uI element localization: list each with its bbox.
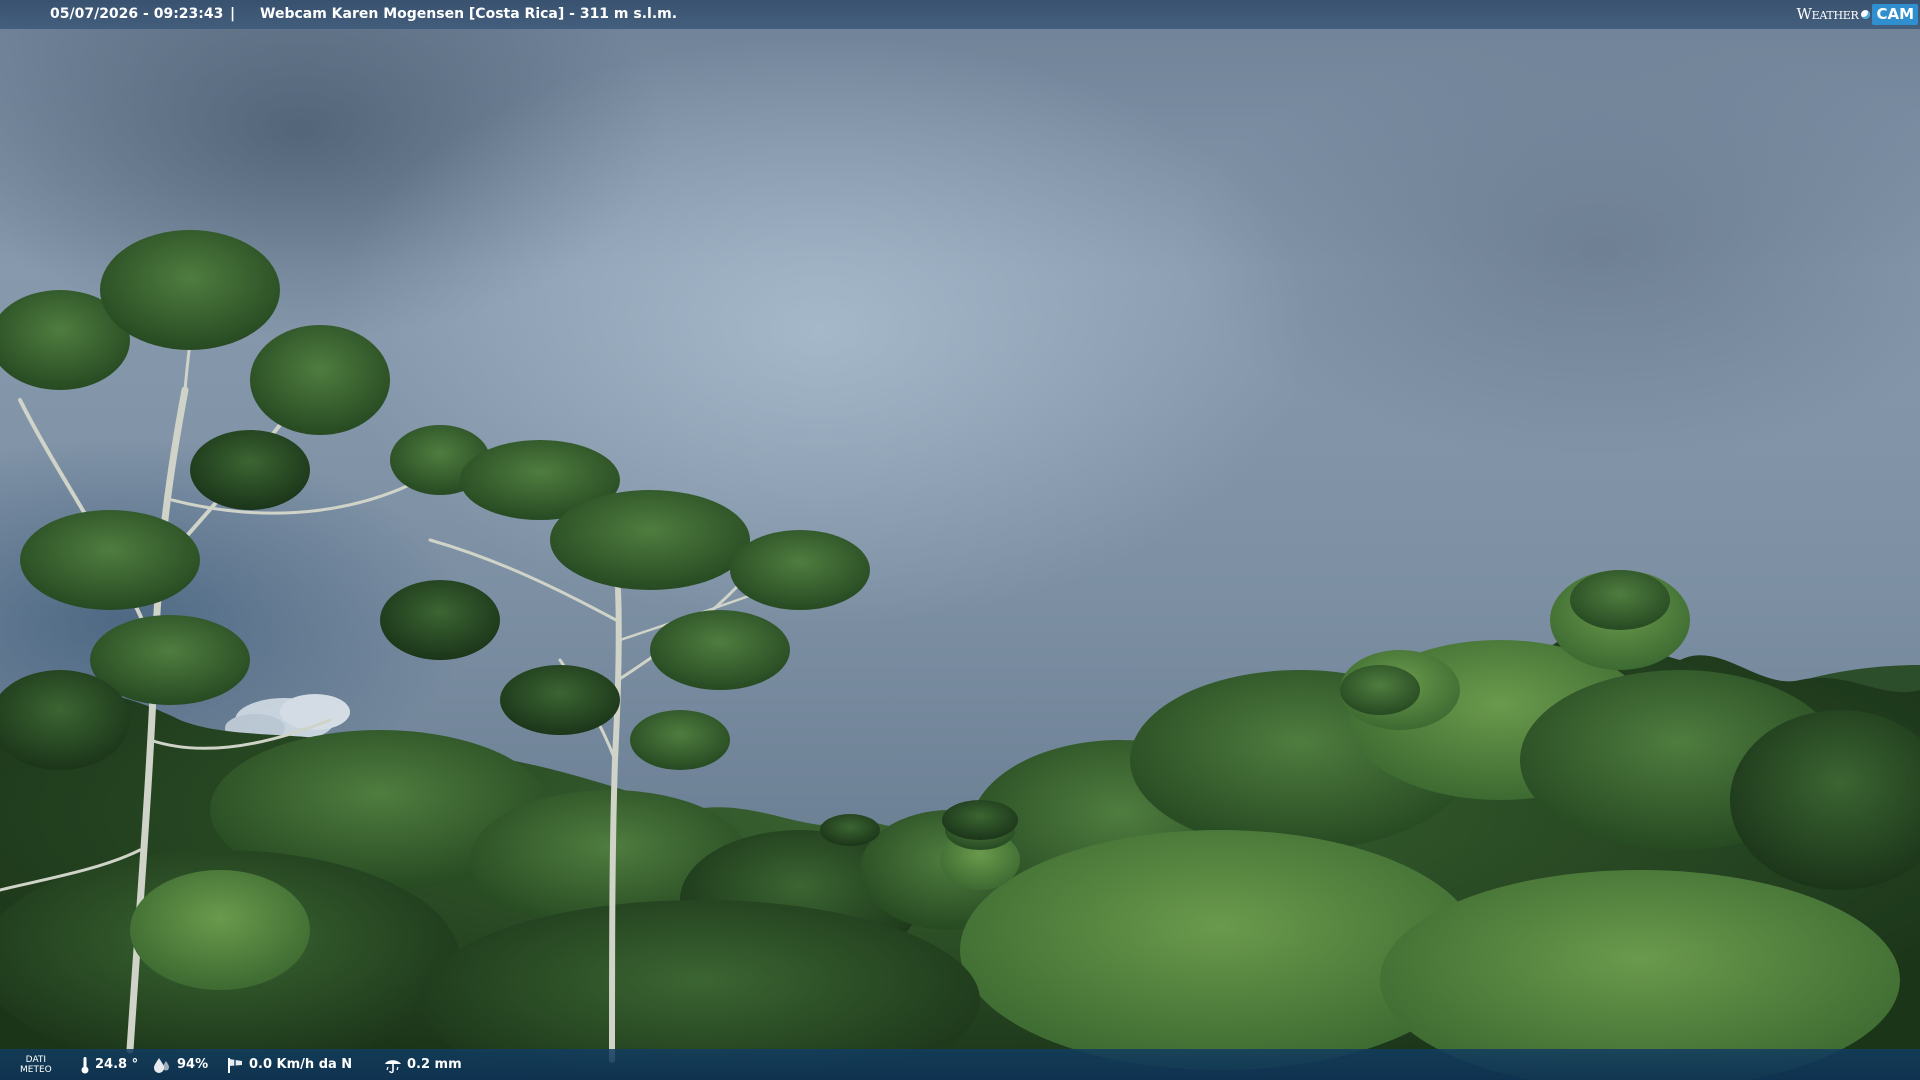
thermometer-icon bbox=[81, 1056, 89, 1073]
wind-value: 0.0 Km/h da N bbox=[249, 1057, 353, 1072]
weather-data-label-line2: METEO bbox=[20, 1065, 52, 1075]
weather-data-bar: DATI METEO 24.8 ° 94% 0.0 Km/h da N 0.2 … bbox=[0, 1049, 1920, 1080]
humidity-reading: 94% bbox=[152, 1049, 208, 1080]
forest-scene bbox=[0, 230, 1920, 1080]
weather-data-label-line1: DATI bbox=[25, 1055, 47, 1065]
caption-bar: 05/07/2026 - 09:23:43 | Webcam Karen Mog… bbox=[0, 0, 1920, 29]
logo-cam-text: CAM bbox=[1872, 4, 1918, 25]
temperature-value: 24.8 ° bbox=[95, 1057, 139, 1072]
wind-reading: 0.0 Km/h da N bbox=[226, 1049, 352, 1080]
rain-value: 0.2 mm bbox=[407, 1057, 462, 1072]
caption-separator: | bbox=[230, 6, 236, 22]
rain-gauge-icon bbox=[385, 1059, 401, 1073]
weather-data-label: DATI METEO bbox=[20, 1055, 52, 1075]
webcam-frame: 05/07/2026 - 09:23:43 | Webcam Karen Mog… bbox=[0, 0, 1920, 1080]
humidity-value: 94% bbox=[177, 1057, 209, 1072]
humidity-drop-icon bbox=[154, 1057, 169, 1073]
logo-weather-text: Weather bbox=[1796, 5, 1859, 23]
logo-dot-icon bbox=[1861, 10, 1871, 19]
windsock-icon bbox=[228, 1057, 242, 1073]
webcam-title: Webcam Karen Mogensen [Costa Rica] - 311… bbox=[260, 6, 678, 22]
rain-reading: 0.2 mm bbox=[384, 1049, 462, 1080]
weathercam-logo: Weather CAM bbox=[1797, 2, 1918, 27]
timestamp: 05/07/2026 - 09:23:43 bbox=[50, 6, 224, 22]
temperature-reading: 24.8 ° bbox=[80, 1049, 138, 1080]
